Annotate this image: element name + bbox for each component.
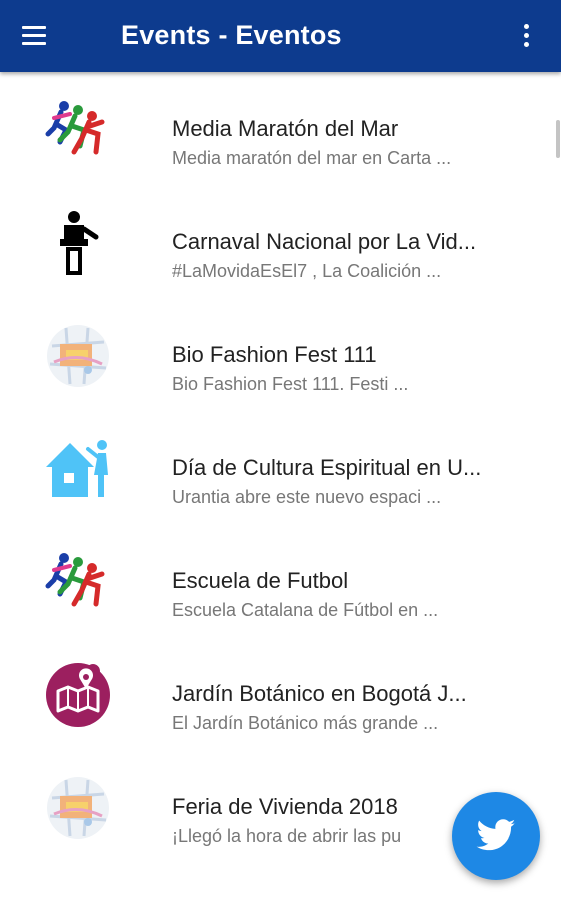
event-subtitle: #LaMovidaEsEl7 , La Coalición ... xyxy=(172,261,442,281)
event-subtitle: ¡Llegó la hora de abrir las pu xyxy=(172,826,402,846)
event-list-item[interactable]: Media Maratón del Mar Media maratón del … xyxy=(0,72,561,185)
house-person-icon xyxy=(44,435,112,503)
more-vert-icon[interactable] xyxy=(512,18,540,54)
page-title: Events - Eventos xyxy=(121,20,342,50)
event-subtitle: Escuela Catalana de Fútbol en ... xyxy=(172,600,439,620)
twitter-icon xyxy=(476,819,516,851)
event-subtitle: El Jardín Botánico más grande ... xyxy=(172,713,439,733)
event-title: Bio Fashion Fest 111 xyxy=(172,342,377,367)
city-map-icon xyxy=(44,774,112,842)
runners-icon xyxy=(44,96,112,164)
event-subtitle: Bio Fashion Fest 111. Festi ... xyxy=(172,374,409,394)
event-subtitle: Media maratón del mar en Carta ... xyxy=(172,148,452,168)
event-list-item[interactable]: Carnaval Nacional por La Vid... #LaMovid… xyxy=(0,185,561,298)
event-title: Media Maratón del Mar xyxy=(172,116,399,141)
event-title: Día de Cultura Espiritual en U... xyxy=(172,455,482,480)
event-title: Carnaval Nacional por La Vid... xyxy=(172,229,477,254)
event-subtitle: Urantia abre este nuevo espaci ... xyxy=(172,487,442,507)
event-list-item[interactable]: Día de Cultura Espiritual en U... Uranti… xyxy=(0,411,561,524)
runners-icon xyxy=(44,548,112,616)
map-pin-icon xyxy=(44,661,112,729)
hamburger-menu-icon[interactable] xyxy=(14,18,54,54)
scrollbar[interactable] xyxy=(556,120,560,158)
event-title: Jardín Botánico en Bogotá J... xyxy=(172,681,467,706)
city-map-icon xyxy=(44,322,112,390)
event-list-item[interactable]: Bio Fashion Fest 111 Bio Fashion Fest 11… xyxy=(0,298,561,411)
speaker-podium-icon xyxy=(44,209,112,277)
event-list-item[interactable]: Escuela de Futbol Escuela Catalana de Fú… xyxy=(0,524,561,637)
event-list-item[interactable]: Jardín Botánico en Bogotá J... El Jardín… xyxy=(0,637,561,750)
app-bar: Events - Eventos xyxy=(0,0,561,72)
event-title: Escuela de Futbol xyxy=(172,568,349,593)
twitter-fab-button[interactable] xyxy=(452,792,540,880)
